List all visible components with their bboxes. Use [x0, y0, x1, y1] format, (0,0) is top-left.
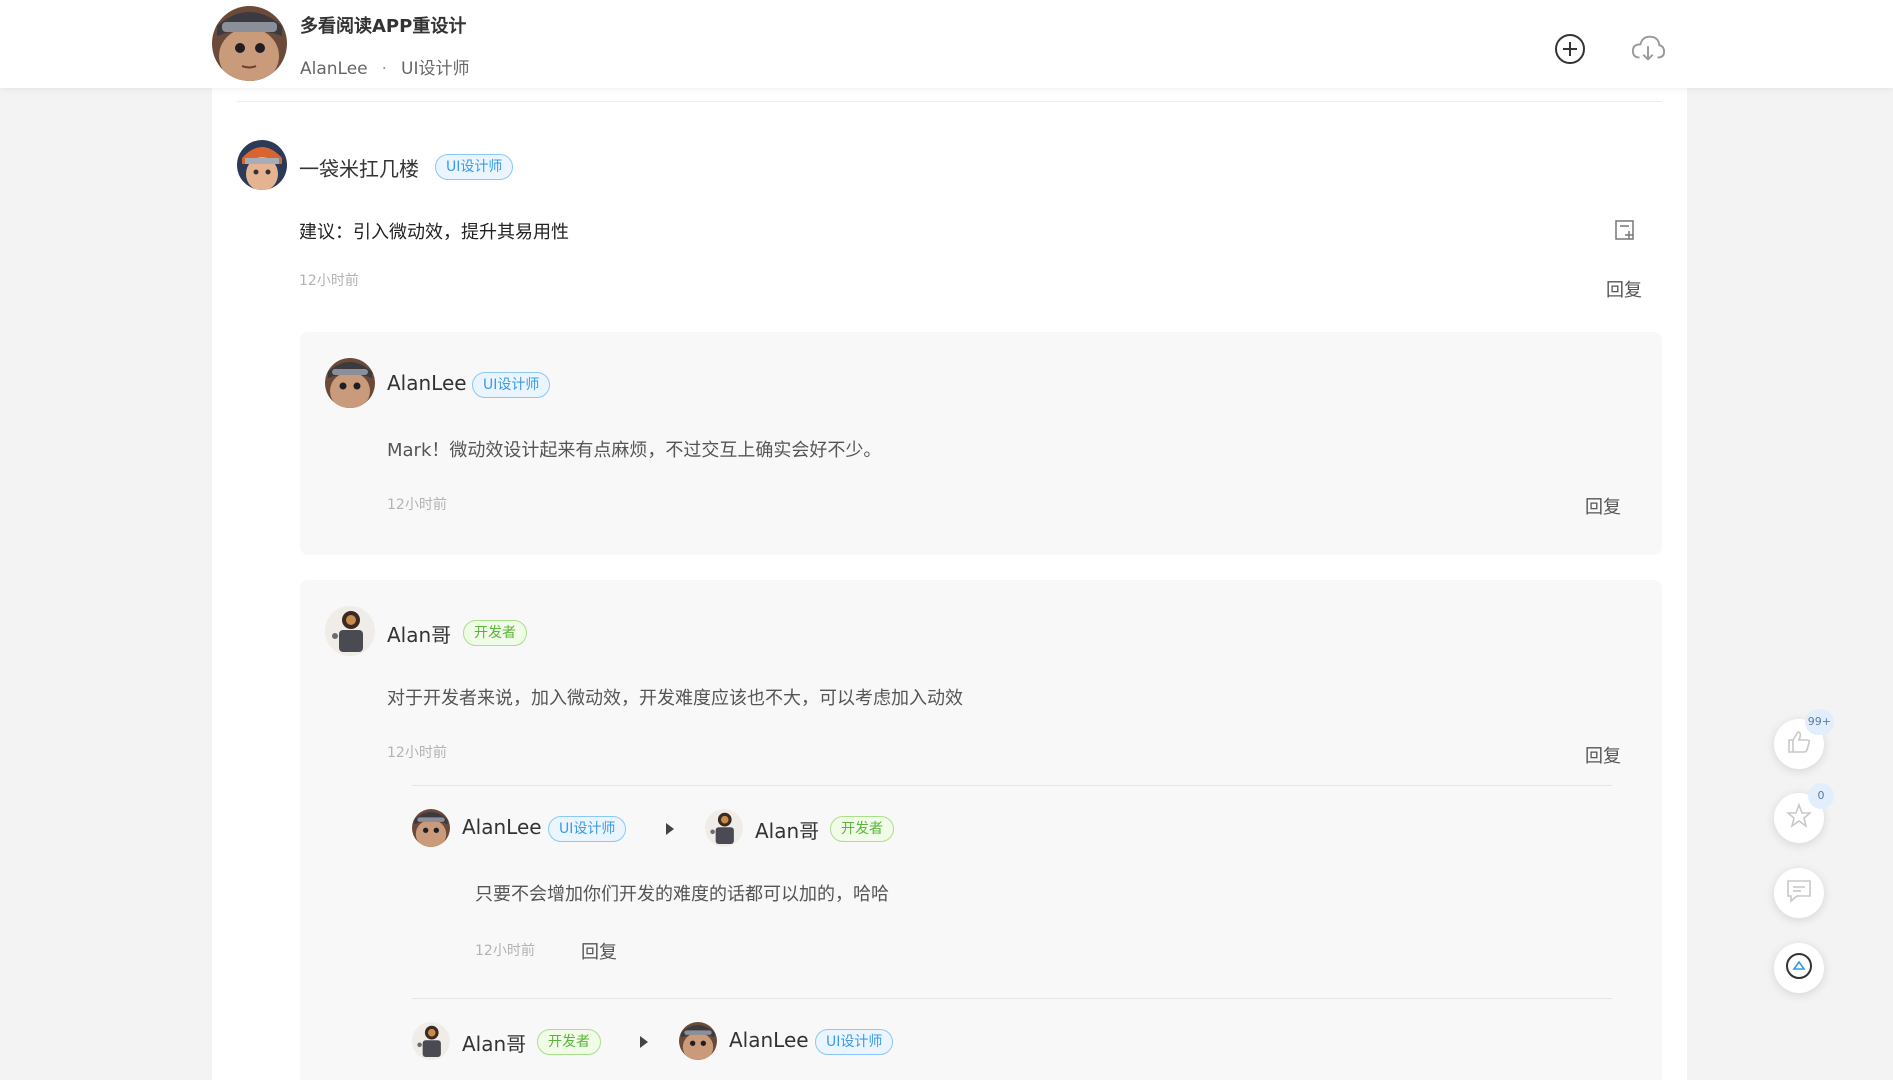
nested-from-name[interactable]: AlanLee: [462, 815, 542, 839]
reply-user-name[interactable]: Alan哥: [387, 619, 451, 648]
like-count-badge: 99+: [1804, 709, 1834, 735]
nested-time: 12小时前: [475, 943, 535, 959]
favorite-button[interactable]: 0: [1774, 783, 1834, 843]
role-badge: UI设计师: [472, 372, 551, 398]
reply-button[interactable]: 回复: [581, 938, 617, 964]
reply-to-arrow-icon: [640, 1036, 648, 1048]
comment-button[interactable]: [1774, 868, 1824, 918]
avatar[interactable]: [237, 140, 287, 190]
meta-separator: ·: [381, 59, 388, 79]
nested-text: 只要不会增加你们开发的难度的话都可以加的，哈哈: [475, 884, 889, 905]
top-bar: 多看阅读APP重设计 AlanLee · UI设计师: [0, 0, 1893, 88]
nested-to-name[interactable]: AlanLee: [729, 1028, 809, 1052]
avatar[interactable]: [679, 1022, 717, 1060]
avatar[interactable]: [412, 1022, 450, 1060]
comment-card: 一袋米扛几楼 UI设计师 建议：引入微动效，提升其易用性 12小时前 回复 Al…: [212, 88, 1687, 1080]
note-add-icon[interactable]: [1613, 218, 1637, 242]
reply-button[interactable]: 回复: [1606, 276, 1642, 302]
back-to-top-button[interactable]: [1774, 943, 1824, 993]
reply-box: Alan哥 开发者 对于开发者来说，加入微动效，开发难度应该也不大，可以考虑加入…: [300, 580, 1662, 1080]
reply-time: 12小时前: [387, 497, 447, 513]
cloud-download-icon[interactable]: [1631, 32, 1665, 66]
thumbs-up-icon: [1786, 729, 1812, 759]
like-button[interactable]: 99+: [1774, 709, 1834, 769]
avatar[interactable]: [705, 809, 743, 847]
divider: [412, 785, 1612, 786]
divider: [412, 998, 1612, 999]
role-badge: UI设计师: [435, 154, 514, 180]
role-badge: 开发者: [830, 816, 894, 842]
nested-from-name[interactable]: Alan哥: [462, 1028, 526, 1057]
reply-box: AlanLee UI设计师 Mark！微动效设计起来有点麻烦，不过交互上确实会好…: [300, 332, 1662, 555]
comment-icon: [1785, 878, 1813, 908]
comment-text: 建议：引入微动效，提升其易用性: [299, 222, 569, 243]
reply-text: 对于开发者来说，加入微动效，开发难度应该也不大，可以考虑加入动效: [387, 688, 963, 709]
avatar[interactable]: [325, 606, 375, 656]
reply-button[interactable]: 回复: [1585, 742, 1621, 768]
author-avatar[interactable]: [212, 6, 287, 81]
reply-user-name[interactable]: AlanLee: [387, 371, 467, 395]
reply-time: 12小时前: [387, 745, 447, 761]
star-icon: [1785, 802, 1813, 833]
author-name[interactable]: AlanLee: [300, 59, 368, 79]
author-role: UI设计师: [401, 59, 470, 79]
back-to-top-icon: [1785, 952, 1813, 984]
nested-to-name[interactable]: Alan哥: [755, 815, 819, 844]
comment-user-name[interactable]: 一袋米扛几楼: [299, 153, 419, 182]
comment-time: 12小时前: [299, 273, 359, 289]
role-badge: UI设计师: [548, 816, 627, 842]
divider: [237, 101, 1662, 102]
page-title: 多看阅读APP重设计: [300, 16, 467, 37]
favorite-count-badge: 0: [1808, 783, 1834, 809]
reply-to-arrow-icon: [666, 823, 674, 835]
role-badge: 开发者: [463, 620, 527, 646]
role-badge: UI设计师: [815, 1029, 894, 1055]
author-meta: AlanLee · UI设计师: [300, 54, 470, 79]
role-badge: 开发者: [537, 1029, 601, 1055]
avatar[interactable]: [412, 809, 450, 847]
reply-text: Mark！微动效设计起来有点麻烦，不过交互上确实会好不少。: [387, 440, 882, 461]
reply-button[interactable]: 回复: [1585, 493, 1621, 519]
plus-circle-icon[interactable]: [1553, 32, 1587, 66]
avatar[interactable]: [325, 358, 375, 408]
